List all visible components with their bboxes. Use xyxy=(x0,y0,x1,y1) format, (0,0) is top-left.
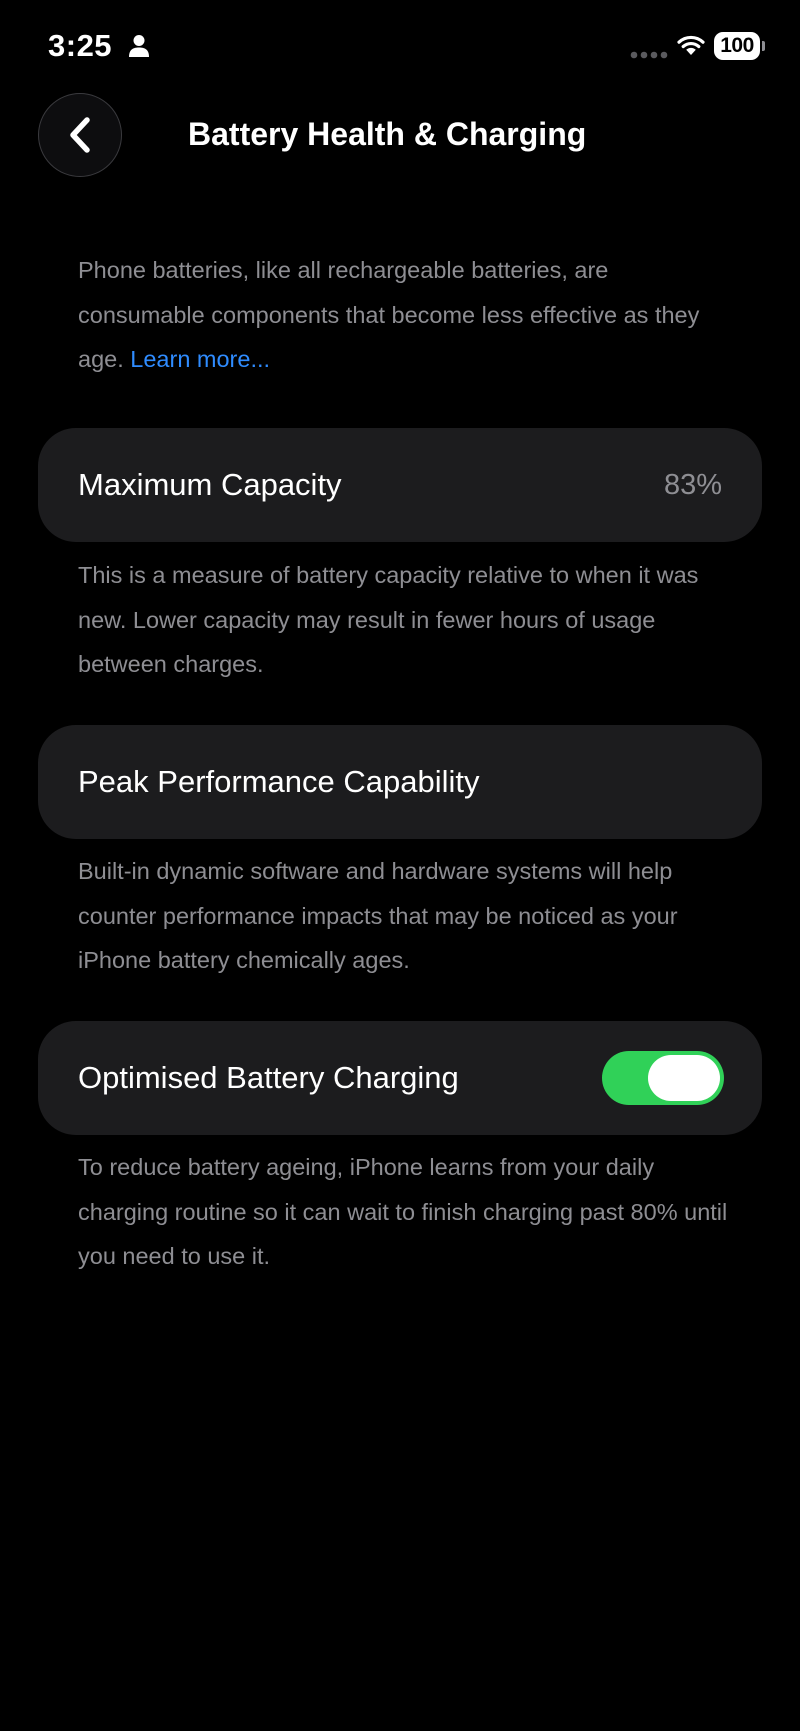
battery-level: 100 xyxy=(720,34,754,57)
peak-performance-label: Peak Performance Capability xyxy=(78,764,480,799)
optimised-charging-label: Optimised Battery Charging xyxy=(78,1060,459,1095)
peak-performance-cell: Peak Performance Capability xyxy=(38,725,762,839)
intro-description: Phone batteries, like all rechargeable b… xyxy=(78,248,738,382)
optimised-charging-description: To reduce battery ageing, iPhone learns … xyxy=(78,1154,728,1269)
battery-icon: 100 xyxy=(714,32,760,60)
optimised-charging-toggle[interactable] xyxy=(602,1051,724,1105)
optimised-charging-cell: Optimised Battery Charging xyxy=(38,1021,762,1135)
maximum-capacity-label: Maximum Capacity xyxy=(78,467,342,502)
maximum-capacity-cell: Maximum Capacity 83% xyxy=(38,428,762,542)
learn-more-link[interactable]: Learn more... xyxy=(130,346,270,372)
wifi-icon xyxy=(677,35,705,55)
page-title: Battery Health & Charging xyxy=(188,116,587,152)
chevron-left-icon xyxy=(70,117,90,153)
maximum-capacity-description: This is a measure of battery capacity re… xyxy=(78,562,699,677)
toggle-knob xyxy=(648,1055,720,1101)
person-icon xyxy=(129,35,149,57)
back-button[interactable] xyxy=(38,93,122,177)
status-bar: 3:25 100 xyxy=(0,0,800,96)
peak-performance-description: Built-in dynamic software and hardware s… xyxy=(78,858,678,973)
maximum-capacity-value: 83% xyxy=(663,469,722,501)
status-time: 3:25 xyxy=(48,28,113,63)
battery-tip xyxy=(762,41,765,51)
signal-icon xyxy=(630,51,668,59)
